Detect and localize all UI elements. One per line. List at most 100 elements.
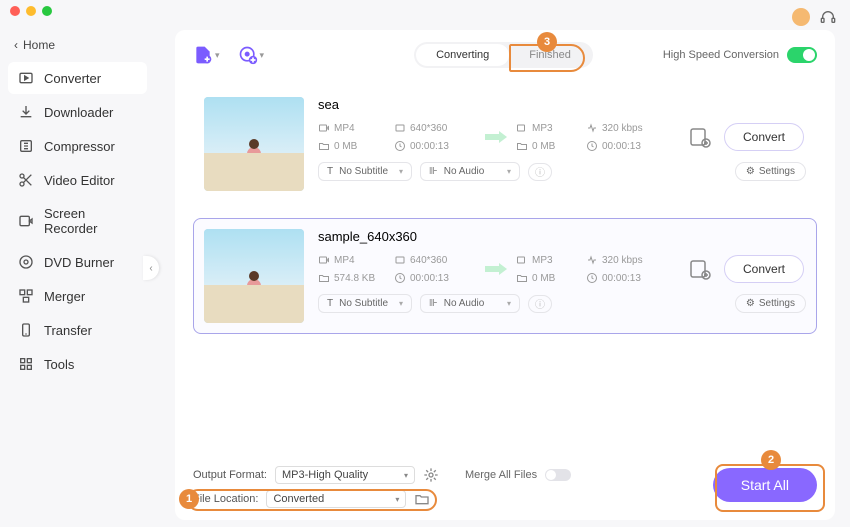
folder-icon (318, 140, 330, 152)
sidebar-item-converter[interactable]: Converter (8, 62, 147, 94)
sidebar-item-label: Video Editor (44, 173, 115, 188)
disc-icon (18, 254, 34, 270)
sidebar-item-label: Downloader (44, 105, 113, 120)
recorder-icon (18, 213, 34, 229)
sidebar-item-label: DVD Burner (44, 255, 114, 270)
thumbnail[interactable] (204, 97, 304, 191)
avatar[interactable] (792, 8, 810, 26)
chevron-left-icon: ‹ (14, 38, 18, 52)
start-all-button[interactable]: Start All (713, 468, 817, 502)
support-icon[interactable] (820, 9, 836, 25)
thumbnail[interactable] (204, 229, 304, 323)
info-button[interactable]: ⓘ (528, 295, 552, 313)
output-format-select[interactable]: MP3-High Quality▾ (275, 466, 415, 484)
sidebar-item-merger[interactable]: Merger (8, 280, 147, 312)
gear-icon: ⚙ (746, 298, 755, 309)
add-disc-button[interactable]: ▾ (238, 45, 265, 65)
tools-icon (18, 356, 34, 372)
sidebar-item-transfer[interactable]: Transfer (8, 314, 147, 346)
folder-icon (516, 140, 528, 152)
sidebar: ‹ Home Converter Downloader Compressor V… (0, 28, 155, 527)
download-icon (18, 104, 34, 120)
info-button[interactable]: ⓘ (528, 163, 552, 181)
sidebar-item-tools[interactable]: Tools (8, 348, 147, 380)
converter-icon (18, 70, 34, 86)
close-icon[interactable] (10, 6, 20, 16)
subtitle-select[interactable]: TNo Subtitle▾ (318, 162, 412, 181)
convert-button[interactable]: Convert (724, 255, 804, 283)
window-controls[interactable] (10, 6, 52, 16)
folder-icon (318, 272, 330, 284)
merge-toggle[interactable] (545, 469, 571, 481)
add-file-icon (193, 45, 213, 65)
audio-icon (516, 122, 528, 134)
sidebar-item-downloader[interactable]: Downloader (8, 96, 147, 128)
file-location-select[interactable]: Converted▾ (266, 490, 406, 508)
sidebar-item-dvd-burner[interactable]: DVD Burner (8, 246, 147, 278)
add-disc-icon (238, 45, 258, 65)
subtitle-select[interactable]: TNo Subtitle▾ (318, 294, 412, 313)
file-location-label: File Location: (193, 493, 258, 505)
format-settings-icon[interactable] (423, 467, 439, 483)
resolution-icon (394, 122, 406, 134)
compressor-icon (18, 138, 34, 154)
video-icon (318, 122, 330, 134)
clock-icon (394, 140, 406, 152)
hsc-label: High Speed Conversion (663, 49, 779, 61)
edit-output-icon[interactable] (688, 125, 712, 149)
audio-icon (516, 254, 528, 266)
minimize-icon[interactable] (26, 6, 36, 16)
sidebar-item-compressor[interactable]: Compressor (8, 130, 147, 162)
merge-label: Merge All Files (465, 469, 537, 481)
waveform-icon: ⊪ (429, 298, 438, 309)
chevron-down-icon: ▾ (260, 50, 265, 61)
hsc-toggle[interactable] (787, 47, 817, 63)
home-link[interactable]: ‹ Home (8, 34, 147, 56)
home-label: Home (23, 38, 55, 52)
sidebar-item-label: Compressor (44, 139, 115, 154)
arrow-right-icon (484, 261, 510, 277)
subtitle-icon: T (327, 166, 333, 177)
media-item: sample_640x360 MP4 574.8 KB 640*360 00:0… (193, 218, 817, 334)
audio-select[interactable]: ⊪No Audio▾ (420, 294, 520, 313)
resolution-icon (394, 254, 406, 266)
merger-icon (18, 288, 34, 304)
bitrate-icon (586, 254, 598, 266)
item-title: sample_640x360 (318, 229, 806, 244)
open-folder-icon[interactable] (414, 491, 430, 507)
sidebar-item-label: Transfer (44, 323, 92, 338)
edit-output-icon[interactable] (688, 257, 712, 281)
clock-icon (586, 140, 598, 152)
gear-icon: ⚙ (746, 166, 755, 177)
audio-select[interactable]: ⊪No Audio▾ (420, 162, 520, 181)
sidebar-item-screen-recorder[interactable]: Screen Recorder (8, 198, 147, 244)
transfer-icon (18, 322, 34, 338)
video-icon (318, 254, 330, 266)
settings-button[interactable]: ⚙Settings (735, 294, 806, 313)
output-format-label: Output Format: (193, 469, 267, 481)
annotation-2: 2 (761, 450, 781, 470)
sidebar-item-label: Tools (44, 357, 74, 372)
item-title: sea (318, 97, 806, 112)
clock-icon (394, 272, 406, 284)
clock-icon (586, 272, 598, 284)
annotation-1: 1 (179, 489, 199, 509)
add-file-button[interactable]: ▾ (193, 45, 220, 65)
maximize-icon[interactable] (42, 6, 52, 16)
tab-converting[interactable]: Converting (416, 44, 509, 66)
tabs: Converting Finished (414, 42, 593, 68)
sidebar-collapse[interactable]: ‹ (143, 256, 159, 280)
waveform-icon: ⊪ (429, 166, 438, 177)
sidebar-item-label: Screen Recorder (44, 206, 137, 236)
convert-button[interactable]: Convert (724, 123, 804, 151)
sidebar-item-label: Converter (44, 71, 101, 86)
arrow-right-icon (484, 129, 510, 145)
bitrate-icon (586, 122, 598, 134)
annotation-3: 3 (537, 32, 557, 52)
media-item: sea MP4 0 MB 640*360 00:00:13 MP3 0 MB (193, 86, 817, 202)
settings-button[interactable]: ⚙Settings (735, 162, 806, 181)
sidebar-item-video-editor[interactable]: Video Editor (8, 164, 147, 196)
subtitle-icon: T (327, 298, 333, 309)
folder-icon (516, 272, 528, 284)
chevron-down-icon: ▾ (215, 50, 220, 61)
